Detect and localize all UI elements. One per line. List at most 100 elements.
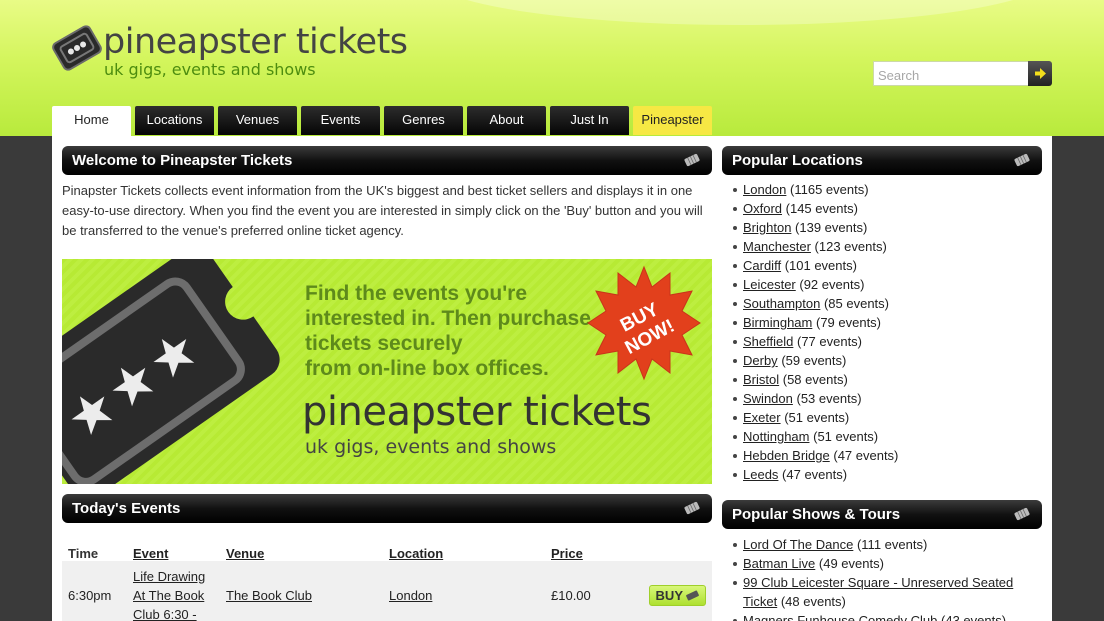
welcome-title: Welcome to Pineapster Tickets [72,152,293,169]
col-event-label[interactable]: Event [133,546,168,561]
location-link[interactable]: Bristol [743,372,779,387]
location-link[interactable]: Exeter [743,410,781,425]
table-row: 6:30pm Life Drawing At The Book Club 6:3… [62,561,712,621]
location-link[interactable]: Leeds [743,467,778,482]
list-item: Hebden Bridge (47 events) [722,446,898,465]
popular-shows-header: Popular Shows & Tours [722,500,1042,529]
location-link[interactable]: Hebden Bridge [743,448,830,463]
search-input[interactable] [873,61,1028,86]
tab-venues[interactable]: Venues [218,106,297,135]
promo-banner[interactable]: Find the events you're interested in. Th… [62,259,712,484]
col-location[interactable]: Location [383,539,545,561]
banner-line-1: Find the events you're [305,282,528,305]
location-link[interactable]: London [743,182,786,197]
col-venue[interactable]: Venue [220,539,383,561]
list-item: London (1165 events) [722,180,898,199]
location-link[interactable]: Leicester [743,277,796,292]
location-link[interactable]: Swindon [743,391,793,406]
ticket-icon [686,590,699,601]
todays-events-table: Time Event Venue Location Price 6:30pm L… [62,539,712,621]
welcome-header: Welcome to Pineapster Tickets [62,146,712,175]
location-link[interactable]: Southampton [743,296,820,311]
location-link[interactable]: Derby [743,353,778,368]
event-count: (101 events) [784,258,857,273]
banner-tagline: uk gigs, events and shows [305,436,557,458]
list-item: Batman Live (49 events) [722,554,1013,573]
brand-tagline: uk gigs, events and shows [104,60,316,79]
buy-button[interactable]: BUY [648,585,706,606]
col-time: Time [68,546,99,561]
brand-name: pineapster tickets [103,22,408,62]
list-item: Cardiff (101 events) [722,256,898,275]
ticket-icon [1014,153,1030,167]
list-item: Leicester (92 events) [722,275,898,294]
list-item: Nottingham (51 events) [722,427,898,446]
tab-events[interactable]: Events [301,106,380,135]
event-count: (51 events) [813,429,879,444]
col-location-label[interactable]: Location [389,546,443,561]
location-link[interactable]: Oxford [743,201,782,216]
tab-genres[interactable]: Genres [384,106,463,135]
event-count: (47 events) [833,448,899,463]
event-count: (53 events) [796,391,862,406]
list-item: Oxford (145 events) [722,199,898,218]
popular-shows-title: Popular Shows & Tours [732,506,901,523]
show-link[interactable]: 99 Club Leicester Square - Unreserved Se… [743,575,1013,590]
show-link[interactable]: Lord Of The Dance [743,537,853,552]
list-item: Manchester (123 events) [722,237,898,256]
banner-line-2: interested in. Then purchase [305,307,591,330]
tab-pineapster[interactable]: Pineapster [633,106,712,135]
todays-events-title: Today's Events [72,500,181,517]
header-glow [430,0,1050,25]
col-price[interactable]: Price [545,539,640,561]
popular-shows-list: Lord Of The Dance (111 events) Batman Li… [722,535,1013,621]
tab-locations[interactable]: Locations [135,106,214,135]
show-link-continued[interactable]: Ticket [743,594,777,609]
table-header-row: Time Event Venue Location Price [62,539,712,561]
banner-line-4: from on-line box offices. [305,357,549,380]
list-item: Leeds (47 events) [722,465,898,484]
show-link[interactable]: Magners Funhouse Comedy Club [743,613,937,621]
tab-about[interactable]: About [467,106,546,135]
arrow-right-icon [1034,68,1046,79]
event-count: (77 events) [796,334,863,349]
event-count: (92 events) [799,277,865,292]
col-venue-label[interactable]: Venue [226,546,264,561]
event-count: (47 events) [782,467,848,482]
list-item: Brighton (139 events) [722,218,898,237]
list-item: Southampton (85 events) [722,294,898,313]
list-item: Lord Of The Dance (111 events) [722,535,1013,554]
list-item: Sheffield (77 events) [722,332,898,351]
location-link[interactable]: Manchester [743,239,811,254]
venue-link[interactable]: The Book Club [226,588,312,603]
event-count: (85 events) [823,296,890,311]
event-count: (51 events) [784,410,850,425]
list-item: 99 Club Leicester Square - Unreserved Se… [722,573,1013,611]
search-submit-button[interactable] [1028,61,1052,86]
location-link[interactable]: Nottingham [743,429,809,444]
list-item: Derby (59 events) [722,351,898,370]
big-ticket-graphic [62,259,280,484]
event-count: (58 events) [782,372,848,387]
list-item: Bristol (58 events) [722,370,898,389]
location-link[interactable]: London [389,588,432,603]
ticket-icon [1014,507,1030,521]
tab-just-in[interactable]: Just In [550,106,629,135]
location-link[interactable]: Cardiff [743,258,781,273]
popular-locations-header: Popular Locations [722,146,1042,175]
location-link[interactable]: Birmingham [743,315,812,330]
tab-home[interactable]: Home [52,106,131,136]
event-link[interactable]: Life Drawing At The Book Club 6:30 - [133,569,205,621]
location-link[interactable]: Brighton [743,220,791,235]
todays-events-header: Today's Events [62,494,712,523]
event-count: (111 events) [856,537,928,552]
location-link[interactable]: Sheffield [743,334,793,349]
main-content: Welcome to Pineapster Tickets Pinapster … [52,136,1052,621]
col-event[interactable]: Event [127,539,220,561]
event-count: (49 events) [818,556,884,571]
ticket-icon [684,153,700,167]
list-item: Birmingham (79 events) [722,313,898,332]
show-link[interactable]: Batman Live [743,556,815,571]
popular-locations-list: London (1165 events) Oxford (145 events)… [722,180,898,484]
col-price-label[interactable]: Price [551,546,583,561]
